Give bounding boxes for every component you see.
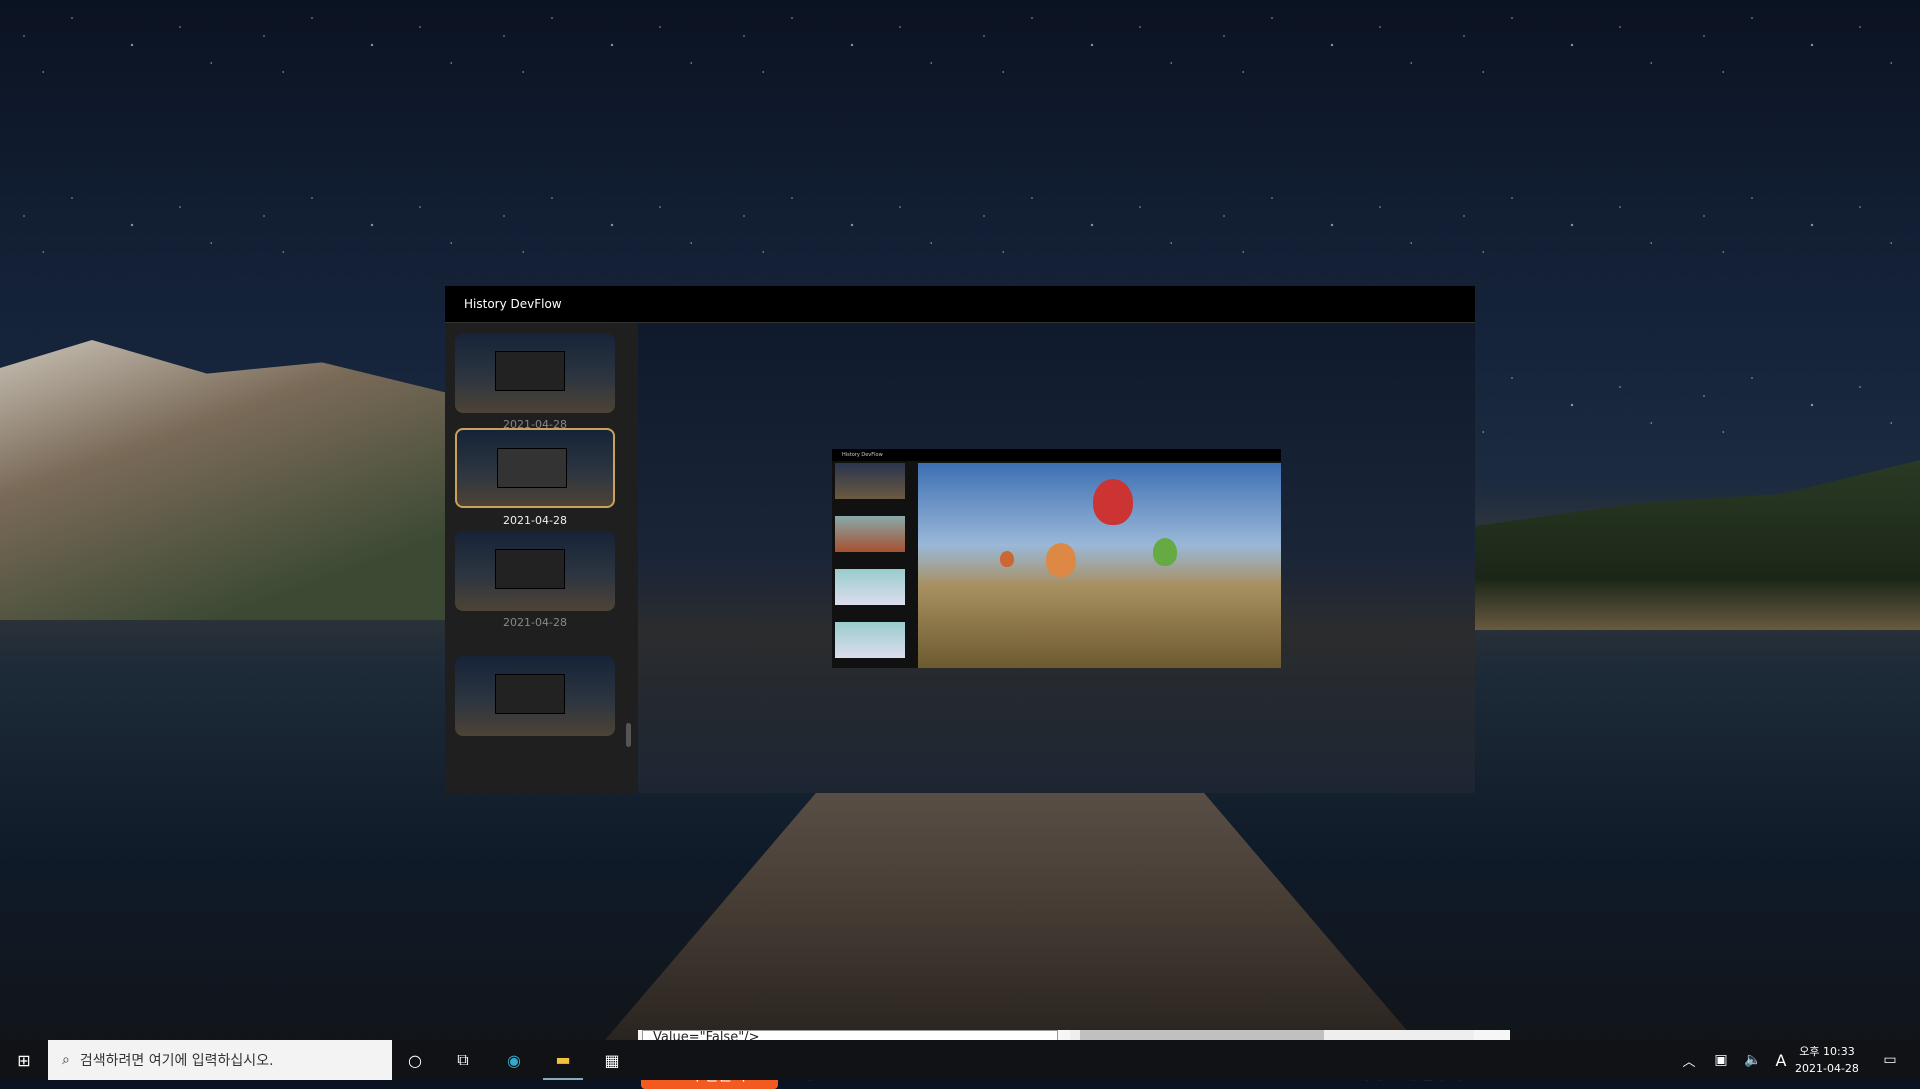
network-icon[interactable]: ▣	[1706, 1040, 1736, 1080]
nested-list	[835, 463, 908, 668]
clock[interactable]: 오후 10:33 2021-04-28	[1795, 1043, 1859, 1077]
search-icon: ⌕	[62, 1052, 70, 1068]
clock-time: 오후 10:33	[1799, 1045, 1855, 1058]
history-item-3[interactable]	[455, 531, 615, 611]
show-hidden-icons[interactable]: ︿	[1674, 1040, 1704, 1080]
nested-title: History DevFlow	[832, 449, 1281, 461]
history-sidebar: 2021-04-28 2021-04-28 2021-04-28	[445, 323, 638, 793]
window-title: History DevFlow	[445, 286, 1475, 323]
edge-icon[interactable]: ◉	[494, 1040, 534, 1080]
volume-muted-icon[interactable]: 🔈	[1738, 1040, 1768, 1080]
task-view-icon[interactable]: ⧉	[443, 1040, 483, 1080]
ime-indicator[interactable]: A	[1766, 1040, 1796, 1080]
nested-window-preview: History DevFlow	[832, 449, 1281, 668]
file-explorer-icon[interactable]: ▬	[543, 1040, 583, 1080]
search-placeholder: 검색하려면 여기에 입력하십시오.	[79, 1053, 274, 1069]
history-item-2[interactable]	[455, 428, 615, 508]
store-icon[interactable]: ▦	[592, 1040, 632, 1080]
balloons-image	[918, 463, 1281, 668]
taskbar-search[interactable]: ⌕ 검색하려면 여기에 입력하십시오.	[48, 1040, 392, 1080]
wallpaper-mountain	[0, 340, 460, 620]
sidebar-scrollbar[interactable]	[626, 723, 631, 747]
history-item-date: 2021-04-28	[503, 514, 567, 527]
history-item-date: 2021-04-28	[503, 616, 567, 629]
history-item-1[interactable]	[455, 333, 615, 413]
cortana-icon[interactable]: ○	[395, 1040, 435, 1080]
taskbar: ⊞ ⌕ 검색하려면 여기에 입력하십시오. ○ ⧉ ◉ ▬ ▦ ︿ ▣ 🔈 A 오…	[0, 1040, 1920, 1080]
clock-date: 2021-04-28	[1795, 1062, 1859, 1075]
history-item-4[interactable]	[455, 656, 615, 736]
notification-icon[interactable]: ▭	[1870, 1040, 1910, 1080]
windows-start-icon[interactable]: ⊞	[0, 1040, 48, 1080]
